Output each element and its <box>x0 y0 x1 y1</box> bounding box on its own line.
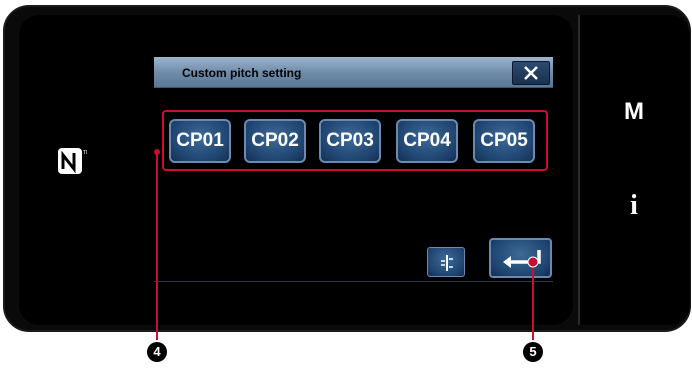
callout-badge-5: 5 <box>523 342 543 362</box>
callout-badge-4: 4 <box>147 342 167 362</box>
callout-dot-5 <box>527 256 539 268</box>
callout-dot-4 <box>154 149 160 155</box>
callout-lines <box>154 149 539 340</box>
